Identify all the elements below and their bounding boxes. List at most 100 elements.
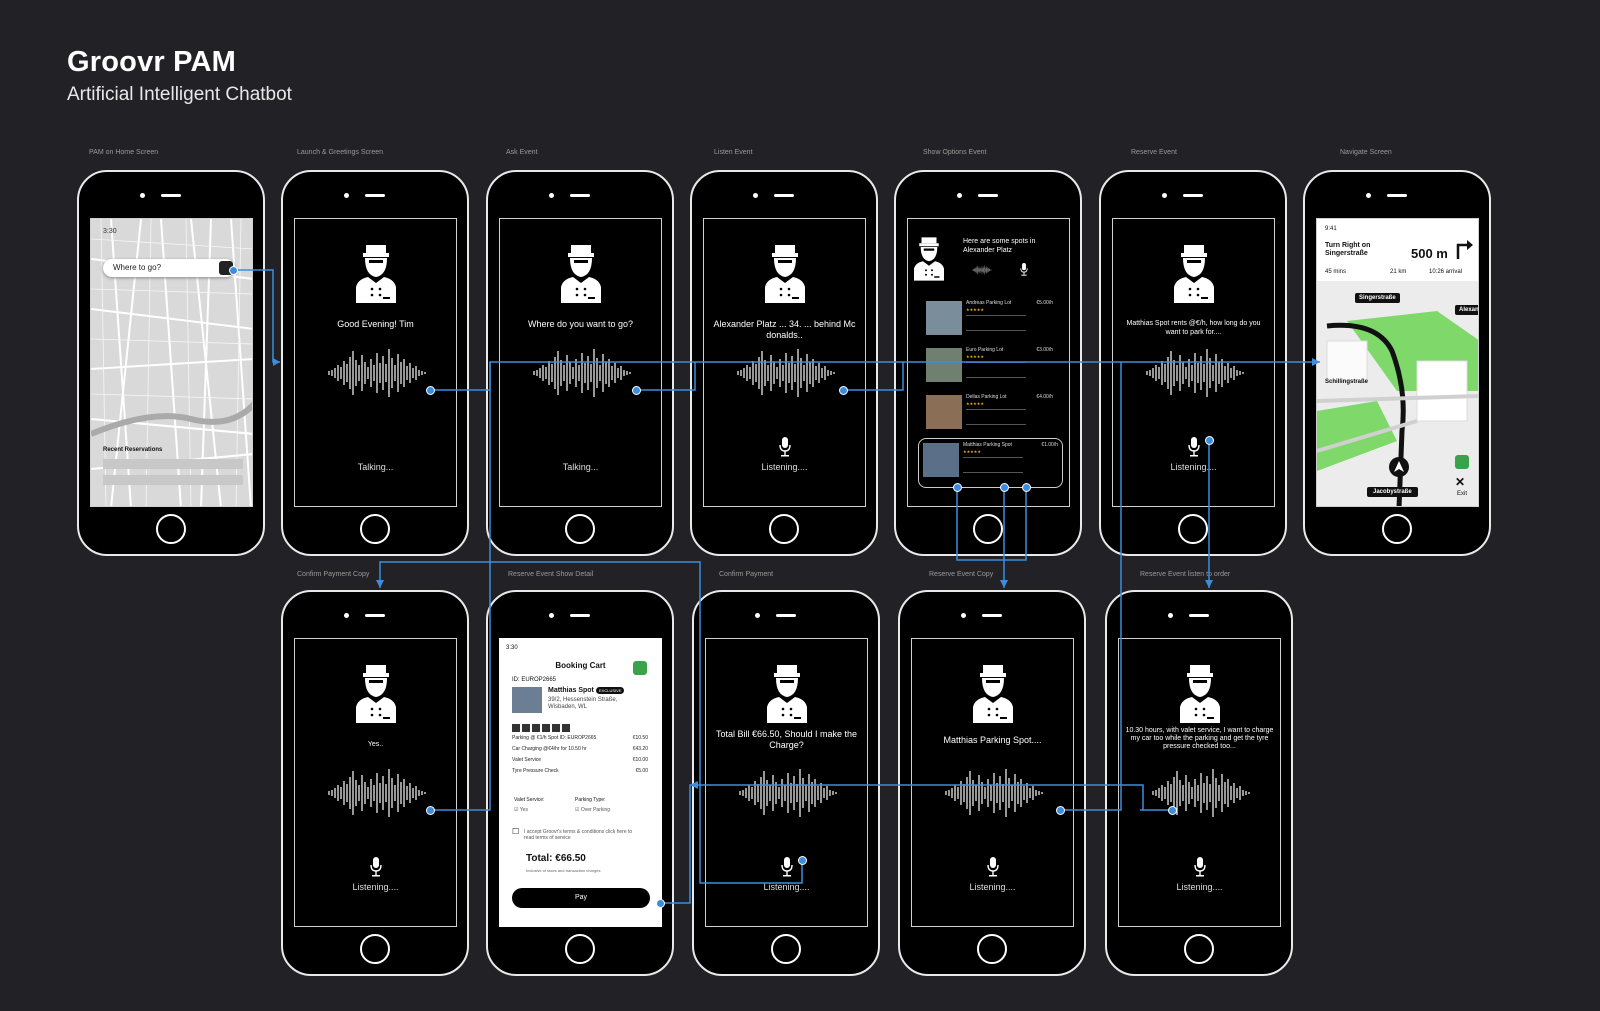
home-button[interactable] — [771, 934, 801, 964]
assistant-status: Listening.... — [1170, 462, 1217, 472]
booking-id: ID: EUROP2665 — [512, 677, 557, 683]
flow-node — [632, 386, 641, 395]
microphone-icon[interactable] — [779, 437, 791, 457]
flow-node — [229, 266, 238, 275]
flow-node — [426, 806, 435, 815]
screen-caption: Reserve Event Copy — [929, 571, 994, 578]
assistant-speech: Good Evening! Tim — [337, 319, 414, 329]
parking-lot-option[interactable]: Matthias Parking Spot ★★★★★ €1.00/h — [918, 438, 1063, 488]
phone-launch: Good Evening! Tim Talking... — [281, 170, 469, 556]
spot-address: 39/2, Hessenstein Straße, Wisbaden, WL — [548, 697, 618, 710]
home-button[interactable] — [565, 514, 595, 544]
spot-thumbnail — [512, 687, 542, 713]
launch-screen: Good Evening! Tim Talking... — [294, 218, 457, 507]
bellboy-icon — [1174, 245, 1214, 303]
bellboy-icon — [767, 665, 807, 723]
street-label: Singerstraße — [1355, 293, 1400, 303]
home-button[interactable] — [156, 514, 186, 544]
valet-label: Valet Service: — [514, 797, 545, 803]
bellboy-icon — [356, 665, 396, 723]
bellboy-icon — [1180, 665, 1220, 723]
eta-arrival: 10:26 arrival — [1429, 269, 1463, 275]
exit-button[interactable]: Exit — [1457, 491, 1467, 497]
phone-confirm: Total Bill €66.50, Should I make the Cha… — [692, 590, 880, 976]
street-label: Schillingstraße — [1325, 379, 1369, 385]
phone-options: Here are some spots in Alexander Platz A… — [894, 170, 1082, 556]
eta-distance: 21 km — [1390, 269, 1407, 275]
cart-line-item: Parking @ €1/h Spot ID: EUROP2665 €10.50 — [512, 735, 648, 746]
assistant-status: Listening.... — [761, 462, 808, 472]
home-button[interactable] — [360, 934, 390, 964]
current-location-icon — [1389, 457, 1409, 477]
user-speech: 10.30 hours, with valet service, I want … — [1125, 727, 1274, 750]
microphone-icon[interactable] — [1194, 857, 1206, 877]
cart-line-item: Tyre Pressure Check €5.00 — [512, 768, 648, 779]
home-button[interactable] — [769, 514, 799, 544]
terms-checkbox[interactable]: ☐ — [512, 827, 519, 836]
screen-caption: PAM on Home Screen — [89, 149, 159, 156]
status-time: 3:30 — [103, 228, 117, 235]
assistant-speech: Total Bill €66.50, Should I make the Cha… — [715, 729, 858, 750]
assistant-status: Listening.... — [1176, 882, 1223, 892]
voice-wave-icon — [327, 763, 427, 823]
lot-price: €1.00/h — [1041, 442, 1058, 448]
parking-type-label: Parking Type: — [575, 797, 606, 803]
parking-lot-option[interactable]: Andreas Parking Lot ★★★★★ €5.00/h — [922, 297, 1057, 337]
pay-button[interactable]: Pay — [512, 888, 650, 908]
home-button[interactable] — [977, 934, 1007, 964]
lot-thumbnail — [926, 301, 962, 335]
screen-caption: Confirm Payment Copy — [297, 571, 370, 578]
phone-reserve: Matthias Spot rents @€/h, how long do yo… — [1099, 170, 1287, 556]
confirm-copy-screen: Yes.. Listening.... — [294, 638, 457, 927]
groovr-app-icon[interactable] — [633, 661, 647, 675]
parking-lot-option[interactable]: Dellas Parking Lot ★★★★★ €4.00/h — [922, 391, 1057, 431]
home-button[interactable] — [1184, 934, 1214, 964]
voice-wave-icon — [1145, 343, 1245, 403]
phone-listen: Alexander Platz ... 34. ... behind Mc do… — [690, 170, 878, 556]
phone-navigate: 9:41 Turn Right on Singerstraße 500 m 45… — [1303, 170, 1491, 556]
home-button[interactable] — [1382, 514, 1412, 544]
microphone-icon[interactable] — [1020, 263, 1028, 276]
voice-wave-icon — [738, 763, 838, 823]
amenity-icons — [512, 719, 592, 732]
microphone-icon[interactable] — [987, 857, 999, 877]
screen-caption: Show Options Event — [923, 149, 987, 156]
phone-cart: 3:30 Booking Cart ID: EUROP2665 Matthias… — [486, 590, 674, 976]
turn-instruction: Turn Right on Singerstraße — [1325, 242, 1371, 257]
total-note: Inclusive of taxes and transaction charg… — [526, 868, 601, 873]
microphone-icon[interactable] — [781, 857, 793, 877]
groovr-app-icon[interactable] — [1455, 455, 1469, 469]
bellboy-icon — [765, 245, 805, 303]
listen-screen: Alexander Platz ... 34. ... behind Mc do… — [703, 218, 866, 507]
microphone-icon[interactable] — [370, 857, 382, 877]
rating-stars: ★★★★★ — [966, 401, 984, 406]
assistant-speech: Matthias Spot rents @€/h, how long do yo… — [1126, 320, 1261, 336]
flow-node — [426, 386, 435, 395]
assistant-status: Listening.... — [969, 882, 1016, 892]
home-button[interactable] — [973, 514, 1003, 544]
user-speech: Yes.. — [367, 741, 384, 748]
flow-node — [1056, 806, 1065, 815]
home-button[interactable] — [565, 934, 595, 964]
page-title: Groovr PAM — [67, 46, 237, 78]
microphone-icon[interactable] — [1188, 437, 1200, 457]
phone-home: Where to go? 3:30 Recent Reservations — [77, 170, 265, 556]
search-input[interactable]: Where to go? — [103, 259, 235, 277]
bellboy-icon — [914, 237, 944, 281]
page-subtitle: Artificial Intelligent Chatbot — [67, 84, 292, 105]
user-speech: Alexander Platz ... 34. ... behind Mc do… — [713, 319, 856, 340]
line-amount: €5.00 — [635, 768, 648, 774]
home-button[interactable] — [1178, 514, 1208, 544]
screen-caption: Reserve Event — [1131, 149, 1177, 156]
lot-name: Dellas Parking Lot — [966, 394, 1007, 400]
valet-checkbox[interactable]: ☑ Yes — [514, 807, 528, 813]
terms-text[interactable]: I accept Groovr's terms & conditions cli… — [524, 829, 634, 841]
spot-badge: EXCLUSIVE — [596, 687, 625, 694]
close-icon[interactable]: ✕ — [1455, 475, 1465, 489]
home-button[interactable] — [360, 514, 390, 544]
voice-wave-icon — [736, 343, 836, 403]
lot-thumbnail — [926, 348, 962, 382]
parking-type-checkbox[interactable]: ☑ Over Parking — [575, 807, 610, 813]
assistant-status: Listening.... — [352, 882, 399, 892]
parking-lot-option[interactable]: Euro Parking Lot ★★★★★ €3.00/h — [922, 344, 1057, 384]
